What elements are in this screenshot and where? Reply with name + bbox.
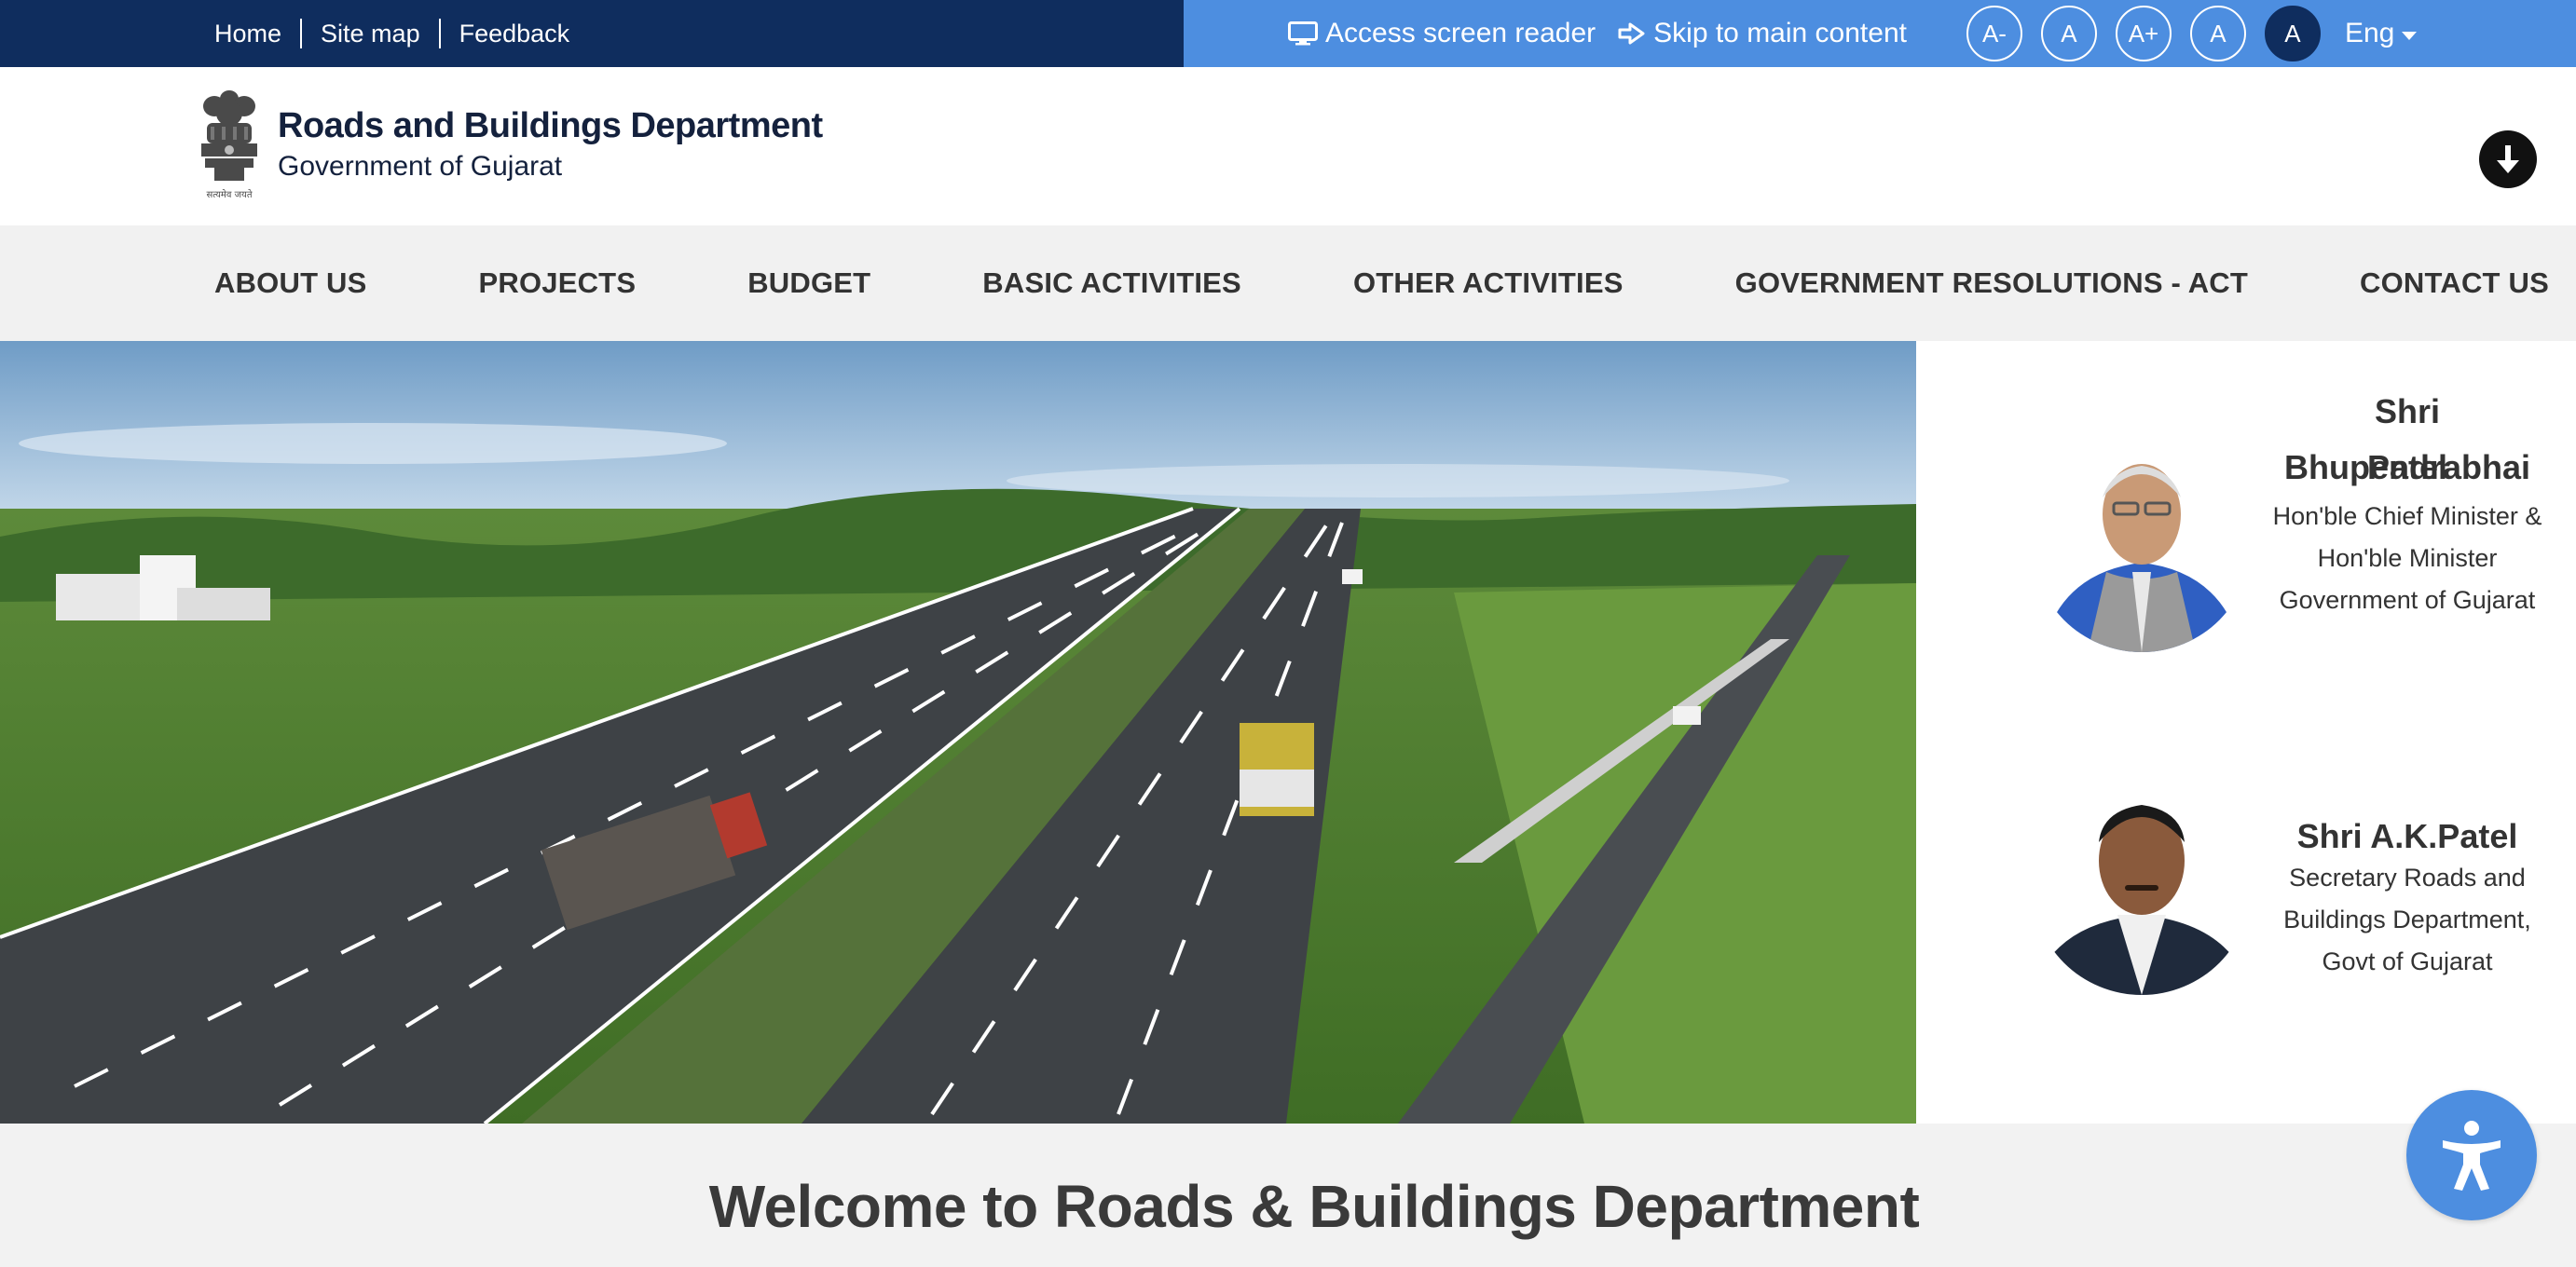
secretary-name: Shri A.K.Patel <box>2296 817 2518 855</box>
highway-photo <box>0 341 1916 1124</box>
monitor-icon <box>1288 21 1318 46</box>
hero-banner <box>0 341 1916 1124</box>
skip-main-link[interactable]: Skip to main content <box>1618 18 1907 49</box>
top-bar: Home Site map Feedback Access screen rea… <box>0 0 2576 67</box>
font-size-controls: A- A A+ A A <box>1966 6 2339 61</box>
language-label: Eng <box>2344 18 2395 48</box>
leaders-panel: Shri Bhupendrabhai Patel Hon'ble Chief M… <box>1916 341 2576 1124</box>
main-nav: ABOUT US PROJECTS BUDGET BASIC ACTIVITIE… <box>0 225 2576 341</box>
accessibility-icon <box>2443 1121 2501 1191</box>
secretary-role-line2: Buildings Department, <box>2283 906 2531 933</box>
accessibility-button[interactable] <box>2406 1090 2537 1220</box>
welcome-heading: Welcome to Roads & Buildings Department <box>708 1173 1920 1240</box>
cm-avatar <box>2032 432 2252 652</box>
emblem-caption: सत्यमेव जयते <box>206 189 252 200</box>
site-header: सत्यमेव जयते Roads and Buildings Departm… <box>0 67 2576 225</box>
feedback-link[interactable]: Feedback <box>441 19 589 48</box>
arrow-down-icon <box>2497 145 2519 173</box>
language-select[interactable]: Eng <box>2344 18 2418 49</box>
screen-reader-link[interactable]: Access screen reader <box>1288 18 1596 49</box>
truck-yellow <box>1240 723 1314 816</box>
cm-role-line1: Hon'ble Chief Minister & <box>2272 502 2542 530</box>
top-links: Home Site map Feedback <box>0 0 1184 67</box>
site-title[interactable]: Roads and Buildings Department <box>278 106 823 146</box>
chevron-down-icon <box>2402 31 2418 40</box>
secretary-avatar <box>2032 775 2252 995</box>
cm-role-line2: Hon'ble Minister <box>2317 544 2498 572</box>
scroll-down-button[interactable] <box>2479 130 2537 188</box>
site-map-link[interactable]: Site map <box>302 19 441 48</box>
nav-basic-activities[interactable]: BASIC ACTIVITIES <box>982 266 1241 300</box>
secretary-role-line3: Govt of Gujarat <box>2322 947 2493 975</box>
screen-reader-label: Access screen reader <box>1325 18 1596 48</box>
nav-other-activities[interactable]: OTHER ACTIVITIES <box>1353 266 1624 300</box>
cm-role-line3: Government of Gujarat <box>2279 586 2536 614</box>
nav-about-us[interactable]: ABOUT US <box>214 266 367 300</box>
accessibility-bar: Access screen reader Skip to main conten… <box>1184 0 2576 67</box>
nav-budget[interactable]: BUDGET <box>747 266 870 300</box>
state-emblem-logo[interactable]: सत्यमेव जयते <box>194 86 265 205</box>
font-reset-button[interactable]: A <box>2040 6 2097 61</box>
font-decrease-button[interactable]: A- <box>1966 6 2022 61</box>
site-subtitle: Government of Gujarat <box>278 151 563 182</box>
skip-arrow-icon <box>1618 22 1645 45</box>
nav-projects[interactable]: PROJECTS <box>479 266 637 300</box>
secretary-role-line1: Secretary Roads and <box>2289 864 2526 892</box>
dark-contrast-button[interactable]: A <box>2264 6 2321 61</box>
light-contrast-button[interactable]: A <box>2189 6 2246 61</box>
nav-contact-us[interactable]: CONTACT US <box>2360 266 2549 300</box>
cm-name-line2: Patel <box>2366 448 2448 486</box>
nav-government-resolutions[interactable]: GOVERNMENT RESOLUTIONS - ACT <box>1735 266 2248 300</box>
skip-main-label: Skip to main content <box>1653 18 1907 48</box>
home-link[interactable]: Home <box>212 19 303 48</box>
font-increase-button[interactable]: A+ <box>2115 6 2172 61</box>
